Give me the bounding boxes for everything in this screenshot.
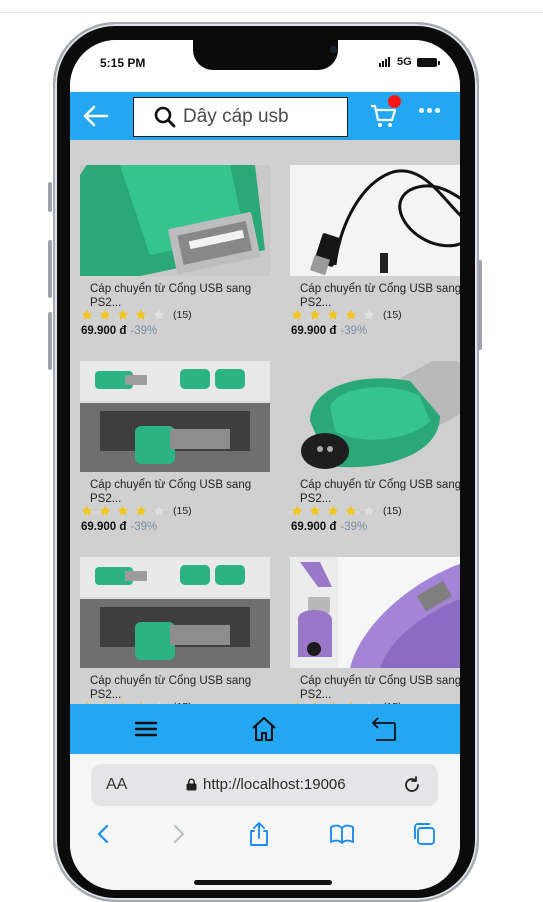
product-name[interactable]: Cáp chuyển từ Cổng USB sang PS2...	[90, 674, 268, 702]
star-icon	[99, 505, 111, 516]
product-price-row: 69.900 đ -39%	[81, 325, 157, 337]
battery-icon	[417, 58, 437, 67]
product-card[interactable]: Cáp chuyển từ Cổng USB sang PS2...(15)69…	[80, 557, 270, 704]
discount-label: -39%	[130, 325, 158, 337]
product-price: 69.900 đ	[81, 521, 127, 533]
network-label: 5G	[397, 56, 412, 68]
star-icon	[117, 309, 129, 320]
url-text: http://localhost:19006	[203, 776, 346, 793]
star-icon	[81, 309, 93, 320]
search-box[interactable]: Dây cáp usb	[133, 97, 348, 137]
cart-badge	[388, 95, 401, 108]
product-rating: (15)	[291, 505, 402, 517]
product-image[interactable]	[290, 165, 460, 276]
product-image[interactable]	[80, 361, 270, 472]
product-card[interactable]: Cáp chuyển từ Cổng USB sang PS2...(15) 69…	[290, 165, 460, 353]
browser-forward-icon[interactable]	[166, 821, 192, 847]
bottom-tab-bar	[70, 704, 460, 754]
product-image[interactable]	[290, 361, 460, 472]
bookmarks-icon[interactable]	[329, 821, 355, 847]
star-icon	[363, 309, 375, 320]
star-icon	[363, 505, 375, 516]
address-bar[interactable]: AA http://localhost:19006	[91, 764, 438, 806]
phone-volume-down	[48, 312, 52, 370]
product-price: 69.900 đ	[81, 325, 127, 337]
product-name[interactable]: Cáp chuyển từ Cổng USB sang PS2...	[300, 282, 460, 310]
share-icon[interactable]	[246, 821, 272, 847]
page-divider	[0, 12, 543, 13]
notch	[193, 40, 338, 70]
rating-count: (15)	[383, 309, 402, 321]
star-icon	[291, 505, 303, 516]
product-name[interactable]: Cáp chuyển từ Cổng USB sang PS2...	[90, 478, 268, 506]
phone-power-button	[478, 260, 482, 350]
phone-volume-up	[48, 240, 52, 298]
product-name[interactable]: Cáp chuyển từ Cổng USB sang PS2...	[300, 674, 460, 702]
product-name[interactable]: Cáp chuyển từ Cổng USB sang PS2...	[90, 282, 268, 310]
discount-label: -39%	[340, 521, 368, 533]
camera-icon	[330, 46, 337, 53]
star-icon	[327, 309, 339, 320]
product-image[interactable]	[80, 165, 270, 276]
star-icon	[309, 309, 321, 320]
product-card[interactable]: Cáp chuyển từ Cổng USB sang PS2...(15)69…	[290, 557, 460, 704]
star-icon	[291, 309, 303, 320]
product-list[interactable]: Cáp chuyển từ Cổng USB sang PS2... (15) 69…	[70, 140, 460, 704]
product-price-row: 69.900 đ -39%	[291, 325, 367, 337]
text-size-button[interactable]: AA	[106, 776, 127, 794]
back-arrow-icon[interactable]	[82, 102, 110, 130]
phone-silent-switch	[48, 182, 52, 212]
phone-screen: 5:15 PM 5G Dây cáp usb Cáp chuyển từ Cổn…	[70, 40, 460, 890]
reload-icon[interactable]	[402, 775, 422, 795]
product-rating: (15)	[291, 309, 402, 321]
product-rating: (15)	[81, 505, 192, 517]
more-icon[interactable]	[419, 108, 440, 113]
star-icon	[345, 309, 357, 320]
product-card[interactable]: Cáp chuyển từ Cổng USB sang PS2...(15) 69…	[80, 361, 270, 549]
signal-icon	[379, 57, 390, 67]
star-icon	[117, 505, 129, 516]
star-icon	[345, 505, 357, 516]
tabs-icon[interactable]	[411, 821, 437, 847]
star-icon	[99, 309, 111, 320]
product-card[interactable]: Cáp chuyển từ Cổng USB sang PS2...(15) 69…	[290, 361, 460, 549]
product-image[interactable]	[290, 557, 460, 668]
star-icon	[81, 505, 93, 516]
product-price: 69.900 đ	[291, 521, 337, 533]
product-price: 69.900 đ	[291, 325, 337, 337]
star-icon	[135, 505, 147, 516]
product-card[interactable]: Cáp chuyển từ Cổng USB sang PS2...(15) 69…	[80, 165, 270, 353]
back-return-icon[interactable]	[370, 715, 398, 743]
product-name[interactable]: Cáp chuyển từ Cổng USB sang PS2...	[300, 478, 460, 506]
star-icon	[309, 505, 321, 516]
browser-chrome: AA http://localhost:19006	[70, 754, 460, 890]
menu-icon[interactable]	[132, 715, 160, 743]
app-header: Dây cáp usb	[70, 92, 460, 140]
discount-label: -39%	[130, 521, 158, 533]
lock-icon	[186, 778, 197, 791]
product-image[interactable]	[80, 557, 270, 668]
star-icon	[135, 309, 147, 320]
rating-count: (15)	[173, 505, 192, 517]
home-indicator	[194, 880, 332, 885]
search-text: Dây cáp usb	[183, 106, 289, 127]
discount-label: -39%	[340, 325, 368, 337]
status-time: 5:15 PM	[100, 56, 146, 70]
search-icon	[154, 106, 176, 128]
product-price-row: 69.900 đ -39%	[81, 521, 157, 533]
home-icon[interactable]	[250, 715, 278, 743]
star-icon	[153, 309, 165, 320]
product-price-row: 69.900 đ -39%	[291, 521, 367, 533]
browser-back-icon[interactable]	[90, 821, 116, 847]
star-icon	[153, 505, 165, 516]
product-rating: (15)	[81, 309, 192, 321]
battery-cap	[438, 61, 440, 65]
star-icon	[327, 505, 339, 516]
rating-count: (15)	[383, 505, 402, 517]
rating-count: (15)	[173, 309, 192, 321]
